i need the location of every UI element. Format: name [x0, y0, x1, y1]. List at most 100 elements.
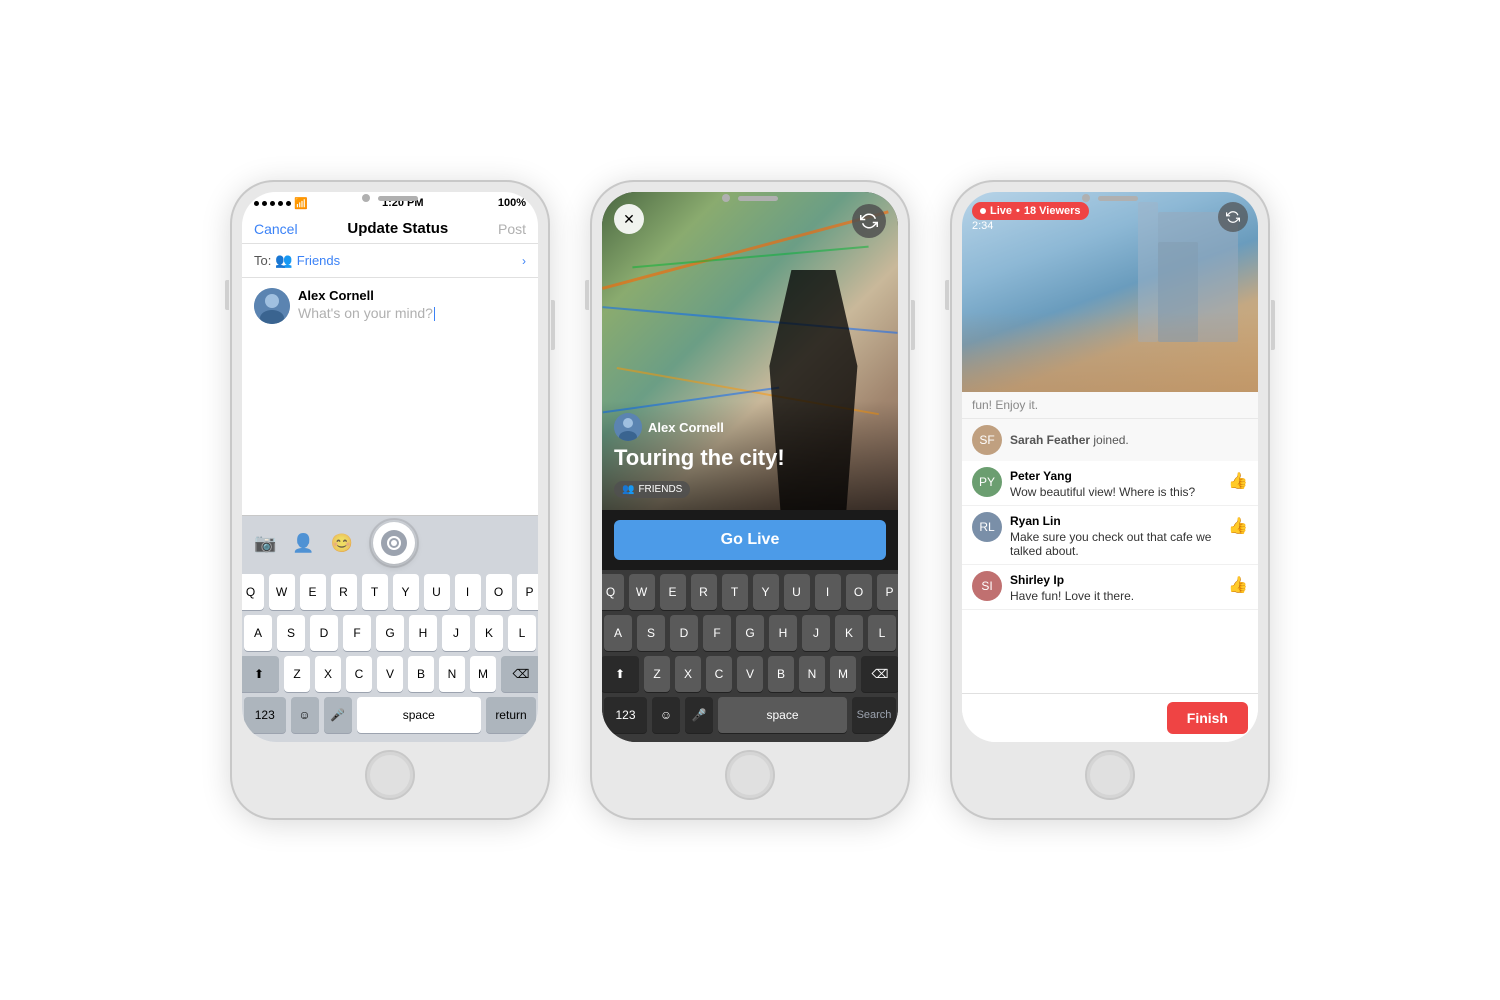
- dark-keyboard-row-2: A S D F G H J K L: [604, 615, 896, 651]
- post-button[interactable]: Post: [498, 221, 526, 237]
- dk-emoji[interactable]: ☺: [652, 697, 680, 733]
- home-button-1[interactable]: [365, 750, 415, 800]
- shirley-text: Have fun! Love it there.: [1010, 589, 1220, 603]
- dk-r[interactable]: R: [691, 574, 717, 610]
- shirley-like-button[interactable]: 👍: [1228, 575, 1248, 595]
- home-button-3[interactable]: [1085, 750, 1135, 800]
- comment-peter: PY Peter Yang Wow beautiful view! Where …: [962, 461, 1258, 506]
- key-p[interactable]: P: [517, 574, 539, 610]
- key-o[interactable]: O: [486, 574, 512, 610]
- key-backspace[interactable]: ⌫: [501, 656, 538, 692]
- dk-123[interactable]: 123: [604, 697, 647, 733]
- key-t[interactable]: T: [362, 574, 388, 610]
- live-timer: 2:34: [972, 220, 993, 232]
- dk-backspace[interactable]: ⌫: [861, 656, 898, 692]
- dk-h[interactable]: H: [769, 615, 797, 651]
- key-v[interactable]: V: [377, 656, 403, 692]
- key-r[interactable]: R: [331, 574, 357, 610]
- dk-t[interactable]: T: [722, 574, 748, 610]
- dk-v[interactable]: V: [737, 656, 763, 692]
- key-mic[interactable]: 🎤: [324, 697, 352, 733]
- go-live-button[interactable]: Go Live: [614, 520, 886, 560]
- key-s[interactable]: S: [277, 615, 305, 651]
- key-d[interactable]: D: [310, 615, 338, 651]
- key-h[interactable]: H: [409, 615, 437, 651]
- key-e[interactable]: E: [300, 574, 326, 610]
- key-shift[interactable]: ⬆: [242, 656, 279, 692]
- dk-a[interactable]: A: [604, 615, 632, 651]
- camera-toolbar-icon[interactable]: 📷: [254, 533, 276, 554]
- key-z[interactable]: Z: [284, 656, 310, 692]
- close-button[interactable]: ✕: [614, 204, 644, 234]
- key-x[interactable]: X: [315, 656, 341, 692]
- dk-s[interactable]: S: [637, 615, 665, 651]
- key-a[interactable]: A: [244, 615, 272, 651]
- key-j[interactable]: J: [442, 615, 470, 651]
- dk-y[interactable]: Y: [753, 574, 779, 610]
- live-toolbar-button[interactable]: [373, 522, 415, 564]
- phone-1: 📶 1:20 PM 100% Cancel Update Status Post…: [230, 180, 550, 820]
- to-label: To:: [254, 253, 271, 268]
- key-123[interactable]: 123: [244, 697, 286, 733]
- comments-area: fun! Enjoy it. SF Sarah Feather joined. …: [962, 392, 1258, 742]
- dk-u[interactable]: U: [784, 574, 810, 610]
- key-f[interactable]: F: [343, 615, 371, 651]
- key-i[interactable]: I: [455, 574, 481, 610]
- key-return[interactable]: return: [486, 697, 536, 733]
- home-button-2[interactable]: [725, 750, 775, 800]
- dk-x[interactable]: X: [675, 656, 701, 692]
- dk-shift[interactable]: ⬆: [602, 656, 639, 692]
- dk-z[interactable]: Z: [644, 656, 670, 692]
- key-u[interactable]: U: [424, 574, 450, 610]
- dk-l[interactable]: L: [868, 615, 896, 651]
- dk-space[interactable]: space: [718, 697, 847, 733]
- dk-f[interactable]: F: [703, 615, 731, 651]
- dk-i[interactable]: I: [815, 574, 841, 610]
- key-q[interactable]: Q: [242, 574, 264, 610]
- key-c[interactable]: C: [346, 656, 372, 692]
- cancel-button[interactable]: Cancel: [254, 221, 298, 237]
- dark-keyboard-row-4: 123 ☺ 🎤 space Search: [604, 697, 896, 733]
- person-toolbar-icon[interactable]: 👤: [292, 533, 314, 554]
- flip-camera-button[interactable]: [852, 204, 886, 238]
- dk-mic[interactable]: 🎤: [685, 697, 713, 733]
- ryan-like-button[interactable]: 👍: [1228, 516, 1248, 536]
- key-emoji[interactable]: ☺: [291, 697, 319, 733]
- emoji-toolbar-icon[interactable]: 😊: [331, 533, 353, 554]
- dk-b[interactable]: B: [768, 656, 794, 692]
- finish-button[interactable]: Finish: [1167, 702, 1248, 734]
- dk-j[interactable]: J: [802, 615, 830, 651]
- dk-k[interactable]: K: [835, 615, 863, 651]
- live-user-name: Alex Cornell: [648, 420, 724, 435]
- dk-w[interactable]: W: [629, 574, 655, 610]
- dk-n[interactable]: N: [799, 656, 825, 692]
- dk-p[interactable]: P: [877, 574, 899, 610]
- go-live-screen: ✕: [602, 192, 898, 742]
- key-b[interactable]: B: [408, 656, 434, 692]
- key-m[interactable]: M: [470, 656, 496, 692]
- key-l[interactable]: L: [508, 615, 536, 651]
- key-k[interactable]: K: [475, 615, 503, 651]
- key-w[interactable]: W: [269, 574, 295, 610]
- camera-dot: [362, 194, 370, 202]
- peter-name: Peter Yang: [1010, 469, 1072, 483]
- dk-q[interactable]: Q: [602, 574, 624, 610]
- audience-row[interactable]: To: 👥 Friends ›: [242, 244, 538, 278]
- key-g[interactable]: G: [376, 615, 404, 651]
- dk-o[interactable]: O: [846, 574, 872, 610]
- live-stream-title: Touring the city!: [614, 445, 886, 471]
- key-n[interactable]: N: [439, 656, 465, 692]
- peter-like-button[interactable]: 👍: [1228, 471, 1248, 491]
- key-y[interactable]: Y: [393, 574, 419, 610]
- composer-placeholder: What's on your mind?: [298, 305, 435, 321]
- flip-camera-button-3[interactable]: [1218, 202, 1248, 232]
- dk-e[interactable]: E: [660, 574, 686, 610]
- dk-g[interactable]: G: [736, 615, 764, 651]
- dk-search[interactable]: Search: [852, 697, 896, 733]
- dk-c[interactable]: C: [706, 656, 732, 692]
- peter-content: Peter Yang Wow beautiful view! Where is …: [1010, 467, 1220, 499]
- dk-m[interactable]: M: [830, 656, 856, 692]
- key-space[interactable]: space: [357, 697, 482, 733]
- signal-dot-1: [254, 201, 259, 206]
- dk-d[interactable]: D: [670, 615, 698, 651]
